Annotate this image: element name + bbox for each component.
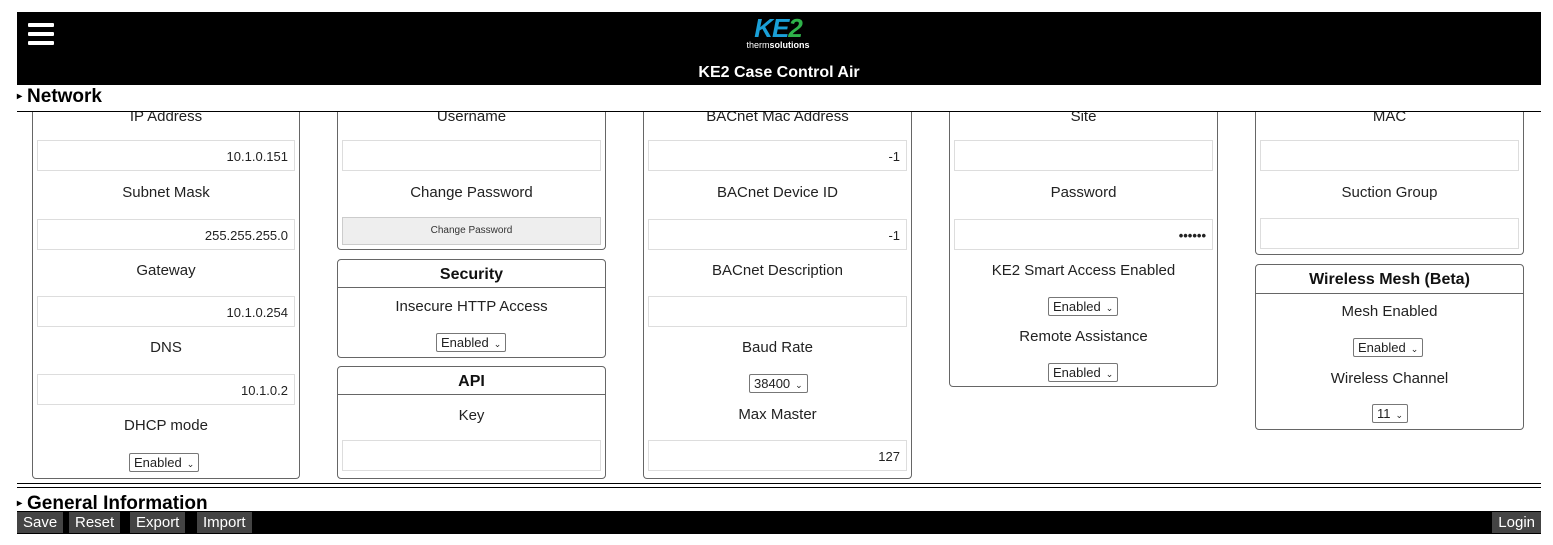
gateway-input[interactable]: 10.1.0.254 bbox=[37, 296, 295, 327]
bacnet-device-id-input[interactable]: -1 bbox=[648, 219, 907, 250]
bacnet-device-id-label: BACnet Device ID bbox=[717, 184, 838, 201]
chevron-down-icon: ⌄ bbox=[1410, 344, 1419, 354]
security-title: Security bbox=[338, 260, 605, 288]
site-label: Site bbox=[1070, 112, 1097, 125]
ip-address-label: IP Address bbox=[129, 112, 203, 125]
bacnet-description-label: BACnet Description bbox=[712, 262, 843, 279]
api-key-input[interactable] bbox=[342, 440, 601, 471]
wireless-mesh-title: Wireless Mesh (Beta) bbox=[1256, 265, 1523, 294]
ke2-logo: KE2 thermsolutions bbox=[746, 13, 810, 50]
ip-address-input[interactable]: 10.1.0.151 bbox=[37, 140, 295, 171]
chevron-down-icon: ⌄ bbox=[186, 459, 195, 469]
network-section-header[interactable]: ▸ Network bbox=[17, 86, 102, 108]
network-panel-bacnet: BACnet Mac Address -1 BACnet Device ID -… bbox=[643, 112, 912, 479]
insecure-http-select[interactable]: Enabled ⌄ bbox=[436, 333, 507, 352]
max-master-input[interactable]: 127 bbox=[648, 440, 907, 471]
chevron-down-icon: ⌄ bbox=[493, 339, 502, 349]
subnet-mask-input[interactable]: 255.255.255.0 bbox=[37, 219, 295, 250]
bacnet-description-input[interactable] bbox=[648, 296, 907, 327]
gateway-label: Gateway bbox=[136, 262, 196, 279]
top-bar: KE2 thermsolutions KE2 Case Control Air bbox=[17, 12, 1541, 85]
app-title: KE2 Case Control Air bbox=[698, 64, 860, 81]
import-button[interactable]: Import bbox=[197, 512, 252, 533]
api-panel: API Key bbox=[337, 366, 606, 479]
remote-assistance-select[interactable]: Enabled ⌄ bbox=[1048, 363, 1119, 382]
suction-group-input[interactable] bbox=[1260, 218, 1519, 249]
collapse-arrow-icon: ▸ bbox=[17, 91, 23, 102]
bacnet-mac-input[interactable]: -1 bbox=[648, 140, 907, 171]
login-button[interactable]: Login bbox=[1492, 512, 1541, 533]
dhcp-mode-select[interactable]: Enabled ⌄ bbox=[129, 453, 200, 472]
baud-rate-label: Baud Rate bbox=[742, 339, 813, 356]
section-divider bbox=[17, 487, 1541, 488]
save-button[interactable]: Save bbox=[17, 512, 64, 533]
chevron-down-icon: ⌄ bbox=[1105, 303, 1114, 313]
export-button[interactable]: Export bbox=[130, 512, 186, 533]
password-label: Password bbox=[1050, 184, 1117, 201]
bacnet-mac-label: BACnet Mac Address bbox=[706, 112, 849, 125]
baud-rate-select[interactable]: 38400 ⌄ bbox=[749, 374, 808, 393]
password-input[interactable]: •••••• bbox=[954, 219, 1213, 250]
mac-label: MAC bbox=[1372, 112, 1407, 125]
network-panel-ip: IP Address 10.1.0.151 Subnet Mask 255.25… bbox=[32, 112, 300, 479]
network-panel-site: Site Password •••••• KE2 Smart Access En… bbox=[949, 112, 1218, 387]
key-label: Key bbox=[458, 407, 485, 424]
smart-access-select[interactable]: Enabled ⌄ bbox=[1048, 297, 1119, 316]
mac-input[interactable] bbox=[1260, 140, 1519, 171]
mesh-enabled-select[interactable]: Enabled ⌄ bbox=[1353, 338, 1424, 357]
collapse-arrow-icon: ▸ bbox=[17, 498, 23, 509]
wireless-channel-label: Wireless Channel bbox=[1330, 370, 1449, 387]
bottom-toolbar: Save Reset Export Import Login bbox=[17, 511, 1541, 534]
max-master-label: Max Master bbox=[738, 406, 817, 423]
username-input[interactable] bbox=[342, 140, 601, 171]
dns-input[interactable]: 10.1.0.2 bbox=[37, 374, 295, 405]
suction-group-label: Suction Group bbox=[1341, 184, 1438, 201]
mesh-enabled-label: Mesh Enabled bbox=[1341, 303, 1438, 320]
change-password-button[interactable]: Change Password bbox=[342, 217, 601, 245]
change-password-label: Change Password bbox=[410, 184, 533, 201]
username-label: Username bbox=[436, 112, 507, 125]
remote-assistance-label: Remote Assistance bbox=[1019, 328, 1148, 345]
chevron-down-icon: ⌄ bbox=[795, 380, 803, 390]
subnet-mask-label: Subnet Mask bbox=[122, 184, 210, 201]
chevron-down-icon: ⌄ bbox=[1105, 369, 1114, 379]
wireless-mesh-panel: Wireless Mesh (Beta) Mesh Enabled Enable… bbox=[1255, 264, 1524, 430]
menu-icon[interactable] bbox=[28, 23, 54, 45]
site-input[interactable] bbox=[954, 140, 1213, 171]
network-panel-user: Username Change Password Change Password bbox=[337, 112, 606, 250]
wireless-channel-select[interactable]: 11 ⌄ bbox=[1372, 404, 1409, 423]
api-title: API bbox=[338, 367, 605, 395]
insecure-http-label: Insecure HTTP Access bbox=[395, 298, 548, 315]
network-panel-mac: MAC Suction Group bbox=[1255, 112, 1524, 255]
dns-label: DNS bbox=[150, 339, 182, 356]
dhcp-mode-label: DHCP mode bbox=[124, 417, 208, 434]
security-panel: Security Insecure HTTP Access Enabled ⌄ bbox=[337, 259, 606, 358]
reset-button[interactable]: Reset bbox=[69, 512, 121, 533]
chevron-down-icon: ⌄ bbox=[1395, 410, 1404, 420]
section-divider bbox=[17, 483, 1541, 484]
smart-access-label: KE2 Smart Access Enabled bbox=[991, 262, 1176, 279]
